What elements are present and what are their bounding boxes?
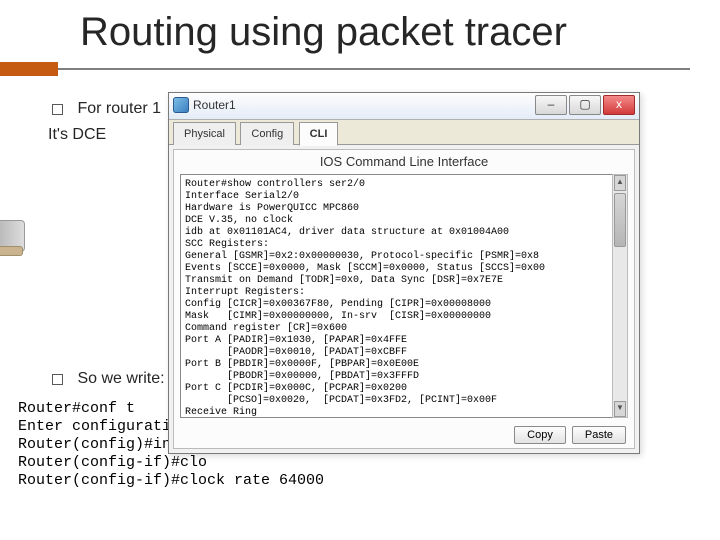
cli-scrollbar[interactable]: ▲ ▼ — [612, 174, 628, 418]
maximize-button[interactable]: ▢ — [569, 95, 601, 115]
tab-config[interactable]: Config — [240, 122, 294, 145]
window-icon — [173, 97, 189, 113]
close-button[interactable]: x — [603, 95, 635, 115]
tab-cli[interactable]: CLI — [299, 122, 339, 146]
divider — [58, 68, 690, 70]
cli-output[interactable]: Router#show controllers ser2/0 Interface… — [180, 174, 628, 418]
bullet-1: For router 1 — [52, 100, 161, 118]
window-control-buttons: – ▢ x — [535, 95, 635, 115]
slide: Routing using packet tracer For router 1… — [0, 0, 720, 540]
scroll-down-icon[interactable]: ▼ — [614, 401, 626, 417]
tab-physical[interactable]: Physical — [173, 122, 236, 145]
bullet-2: So we write: — [52, 370, 165, 388]
router-window: Router1 – ▢ x Physical Config CLI IOS Co… — [168, 92, 640, 454]
paste-button[interactable]: Paste — [572, 426, 626, 444]
accent-bar — [0, 62, 58, 76]
slide-title: Routing using packet tracer — [80, 10, 567, 55]
scroll-up-icon[interactable]: ▲ — [614, 175, 626, 191]
cli-panel-title: IOS Command Line Interface — [174, 150, 634, 173]
tabs-row: Physical Config CLI — [169, 120, 639, 145]
cli-action-buttons: Copy Paste — [514, 426, 626, 444]
scroll-thumb[interactable] — [614, 193, 626, 247]
window-titlebar[interactable]: Router1 – ▢ x — [169, 93, 639, 120]
left-tab-overlay-icon — [0, 246, 23, 256]
minimize-button[interactable]: – — [535, 95, 567, 115]
copy-button[interactable]: Copy — [514, 426, 566, 444]
cli-panel: IOS Command Line Interface Router#show c… — [173, 149, 635, 449]
its-dce-text: It's DCE — [48, 126, 106, 144]
bullet-marker-icon — [52, 104, 63, 115]
bullet-marker-icon — [52, 374, 63, 385]
window-title: Router1 — [193, 98, 236, 112]
bullet-1-text: For router 1 — [77, 100, 161, 117]
bullet-2-text: So we write: — [77, 370, 164, 387]
